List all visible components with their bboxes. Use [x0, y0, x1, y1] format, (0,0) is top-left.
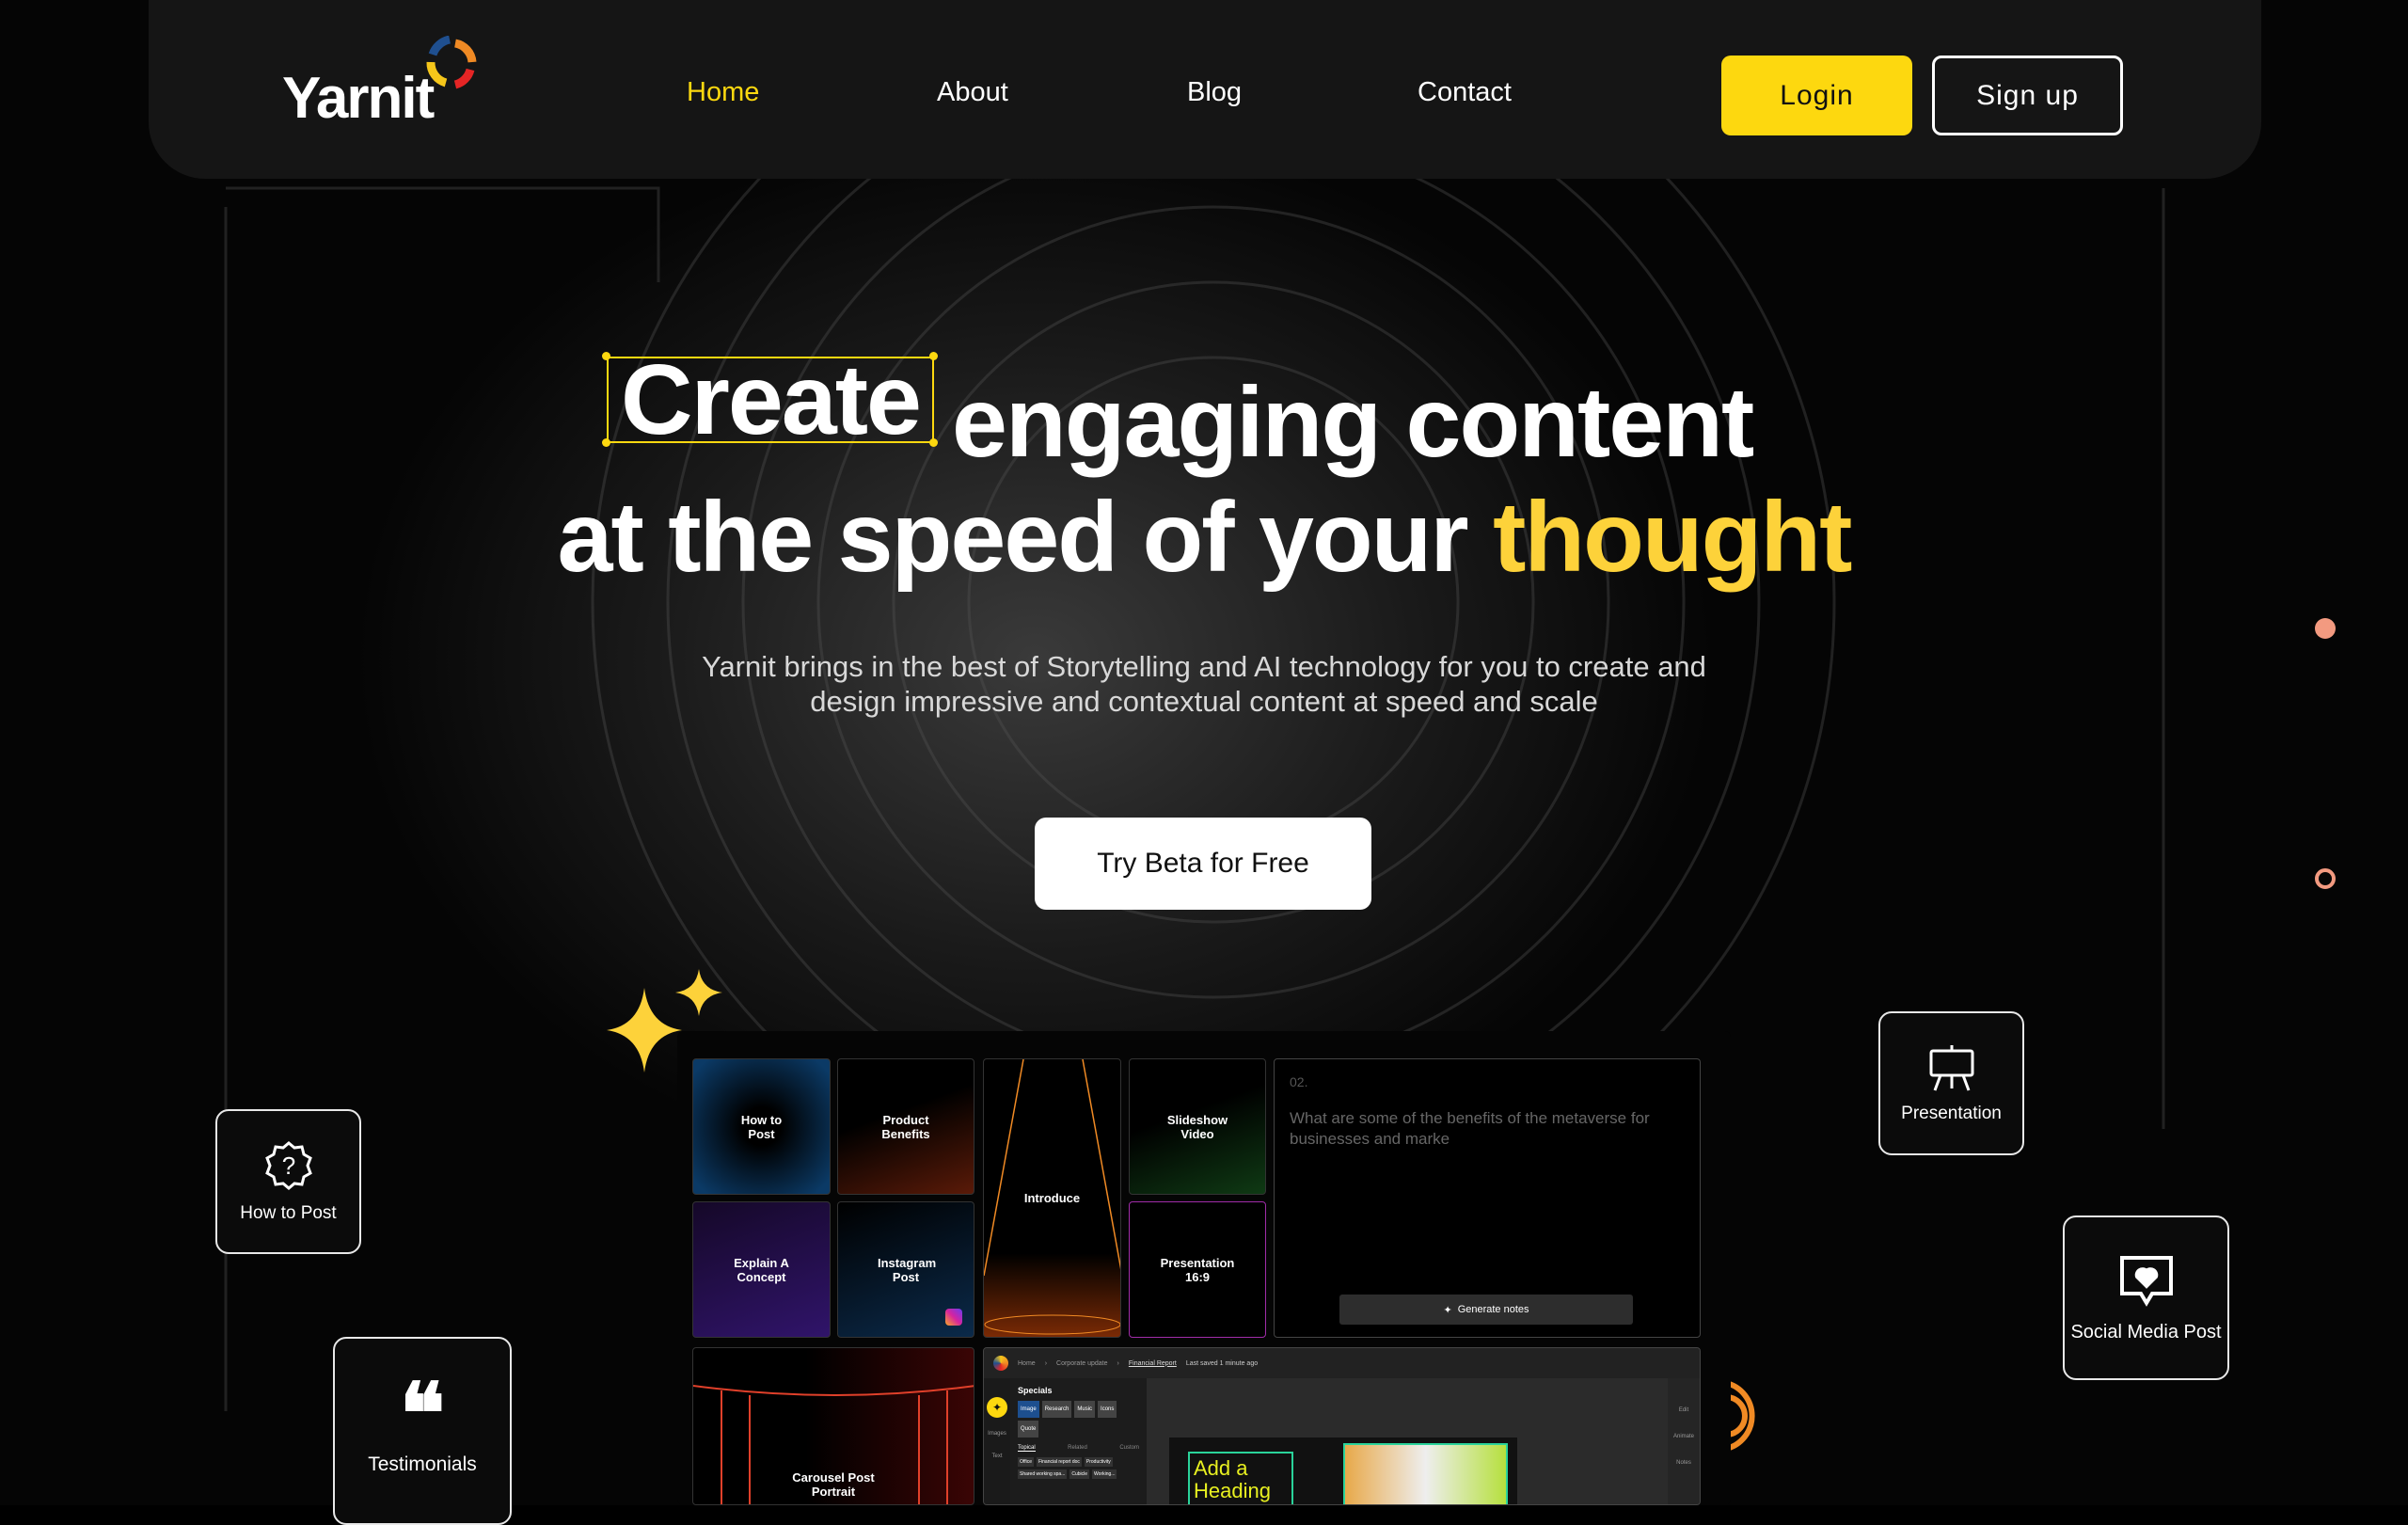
slide-canvas: Add a Heading [1169, 1438, 1517, 1504]
social-media-post-card[interactable]: Social Media Post [2063, 1215, 2229, 1380]
carousel-dot-active[interactable] [2315, 618, 2336, 639]
presentation-card[interactable]: Presentation [1878, 1011, 2024, 1155]
breadcrumb-item[interactable]: Corporate update [1056, 1360, 1107, 1367]
tool-animate[interactable]: Animate [1668, 1423, 1700, 1450]
tile-label: Introduce [1023, 1191, 1081, 1205]
template-tile[interactable]: Product Benefits [837, 1058, 974, 1195]
nav-about[interactable]: About [937, 77, 1008, 108]
how-to-post-card[interactable]: ? How to Post [215, 1109, 361, 1254]
tab[interactable]: Custom [1119, 1445, 1139, 1452]
save-status: Last saved 1 minute ago [1185, 1359, 1259, 1367]
headline-line1: engaging content [952, 367, 1754, 478]
chip[interactable]: Image [1018, 1401, 1039, 1418]
notes-text[interactable]: What are some of the benefits of the met… [1290, 1108, 1685, 1150]
tag[interactable]: Cubicle [1069, 1469, 1090, 1479]
card-label: How to Post [240, 1203, 337, 1223]
tool-edit[interactable]: Edit [1668, 1397, 1700, 1423]
editor-preview: Home › Corporate update › Financial Report… [983, 1347, 1701, 1505]
headline-line2-start: at the speed of your [557, 482, 1469, 593]
tag[interactable]: Productivity [1084, 1457, 1113, 1467]
template-tile[interactable]: Slideshow Video [1129, 1058, 1266, 1195]
tag[interactable]: Shared working spa... [1018, 1469, 1068, 1479]
card-label: Social Media Post [2070, 1321, 2222, 1342]
tag[interactable]: Working... [1092, 1469, 1117, 1479]
brand-logo[interactable]: Yarnit [282, 36, 489, 132]
login-button[interactable]: Login [1721, 56, 1912, 135]
chip[interactable]: Quote [1018, 1421, 1039, 1438]
presentation-easel-icon [1929, 1044, 1973, 1091]
button-label: Generate notes [1457, 1304, 1529, 1315]
selection-handle [929, 352, 938, 360]
tag[interactable]: Financial report doc [1036, 1457, 1082, 1467]
slide-image[interactable] [1343, 1443, 1508, 1504]
selection-handle [602, 352, 610, 360]
tile-label: How to Post [740, 1112, 783, 1141]
try-beta-button[interactable]: Try Beta for Free [1035, 818, 1371, 910]
brand-name: Yarnit [282, 66, 435, 131]
tile-label: Product Benefits [881, 1112, 930, 1141]
nav-blog[interactable]: Blog [1187, 77, 1242, 108]
tile-label: Carousel Post Portrait [792, 1470, 875, 1499]
sparkle-icon: ✦ [1443, 1304, 1452, 1316]
chip[interactable]: Research [1041, 1401, 1072, 1418]
panel-title: Specials [1018, 1386, 1053, 1395]
hero-subtitle: Yarnit brings in the best of Storytellin… [0, 649, 2408, 719]
headline-line2: at the speed of your thought [0, 487, 2408, 587]
template-tile[interactable]: Introduce [983, 1058, 1121, 1338]
selection-handle [929, 438, 938, 447]
tool-text[interactable]: Text [984, 1454, 1010, 1459]
slide-number: 02. [1290, 1074, 1308, 1089]
template-tile[interactable]: Carousel Post Portrait [692, 1347, 974, 1505]
slide-heading[interactable]: Add a Heading [1188, 1452, 1293, 1504]
breadcrumb-item[interactable]: Financial Report [1129, 1360, 1177, 1367]
signup-button[interactable]: Sign up [1932, 56, 2123, 135]
app-logo-icon [993, 1356, 1008, 1371]
template-tile[interactable]: Instagram Post [837, 1201, 974, 1338]
nav-contact[interactable]: Contact [1418, 77, 1512, 108]
testimonials-card[interactable]: ❝ Testimonials [333, 1337, 512, 1525]
tab[interactable]: Related [1068, 1445, 1087, 1452]
notes-panel: 02. What are some of the benefits of the… [1274, 1058, 1701, 1338]
svg-text:?: ? [281, 1152, 294, 1180]
tab[interactable]: Topical [1018, 1445, 1036, 1452]
tile-label: Instagram Post [878, 1255, 937, 1284]
template-tile[interactable]: Explain A Concept [692, 1201, 831, 1338]
tile-label: Slideshow Video [1166, 1112, 1228, 1141]
chip[interactable]: Music [1074, 1401, 1096, 1418]
generate-notes-button[interactable]: ✦ Generate notes [1339, 1295, 1633, 1325]
carousel-dot[interactable] [2315, 868, 2336, 889]
chip[interactable]: Icons [1098, 1401, 1117, 1418]
question-badge-icon: ? [264, 1141, 312, 1190]
template-tile[interactable]: Presentation 16:9 [1129, 1201, 1266, 1338]
headline-create-word: Create [607, 350, 934, 450]
quote-icon: ❝ [399, 1364, 446, 1464]
left-toolbar: ✦ Images Text [984, 1378, 1010, 1504]
subtitle-line: design impressive and contextual content… [810, 685, 1598, 718]
tool-images[interactable]: Images [984, 1431, 1010, 1437]
right-toolbar: Edit Animate Notes [1668, 1378, 1700, 1504]
tool-notes[interactable]: Notes [1668, 1450, 1700, 1476]
editor-topbar: Home › Corporate update › Financial Report… [984, 1348, 1700, 1378]
headline-highlight: thought [1493, 482, 1852, 593]
specials-panel: Specials Image Research Music Icons Quot… [1010, 1378, 1147, 1504]
ai-sparkle-button[interactable]: ✦ [987, 1397, 1007, 1418]
instagram-icon [945, 1309, 962, 1326]
heart-chat-icon [2119, 1255, 2173, 1307]
selection-handle [602, 438, 610, 447]
card-label: Presentation [1901, 1103, 2002, 1123]
tag[interactable]: Office [1018, 1457, 1034, 1467]
nav-home[interactable]: Home [687, 77, 759, 108]
tile-label: Explain A Concept [734, 1255, 789, 1284]
template-tile[interactable]: How to Post [692, 1058, 831, 1195]
tile-label: Presentation 16:9 [1160, 1255, 1235, 1284]
card-label: Testimonials [368, 1454, 477, 1475]
breadcrumb-item[interactable]: Home [1018, 1360, 1036, 1367]
subtitle-line: Yarnit brings in the best of Storytellin… [702, 650, 1706, 683]
